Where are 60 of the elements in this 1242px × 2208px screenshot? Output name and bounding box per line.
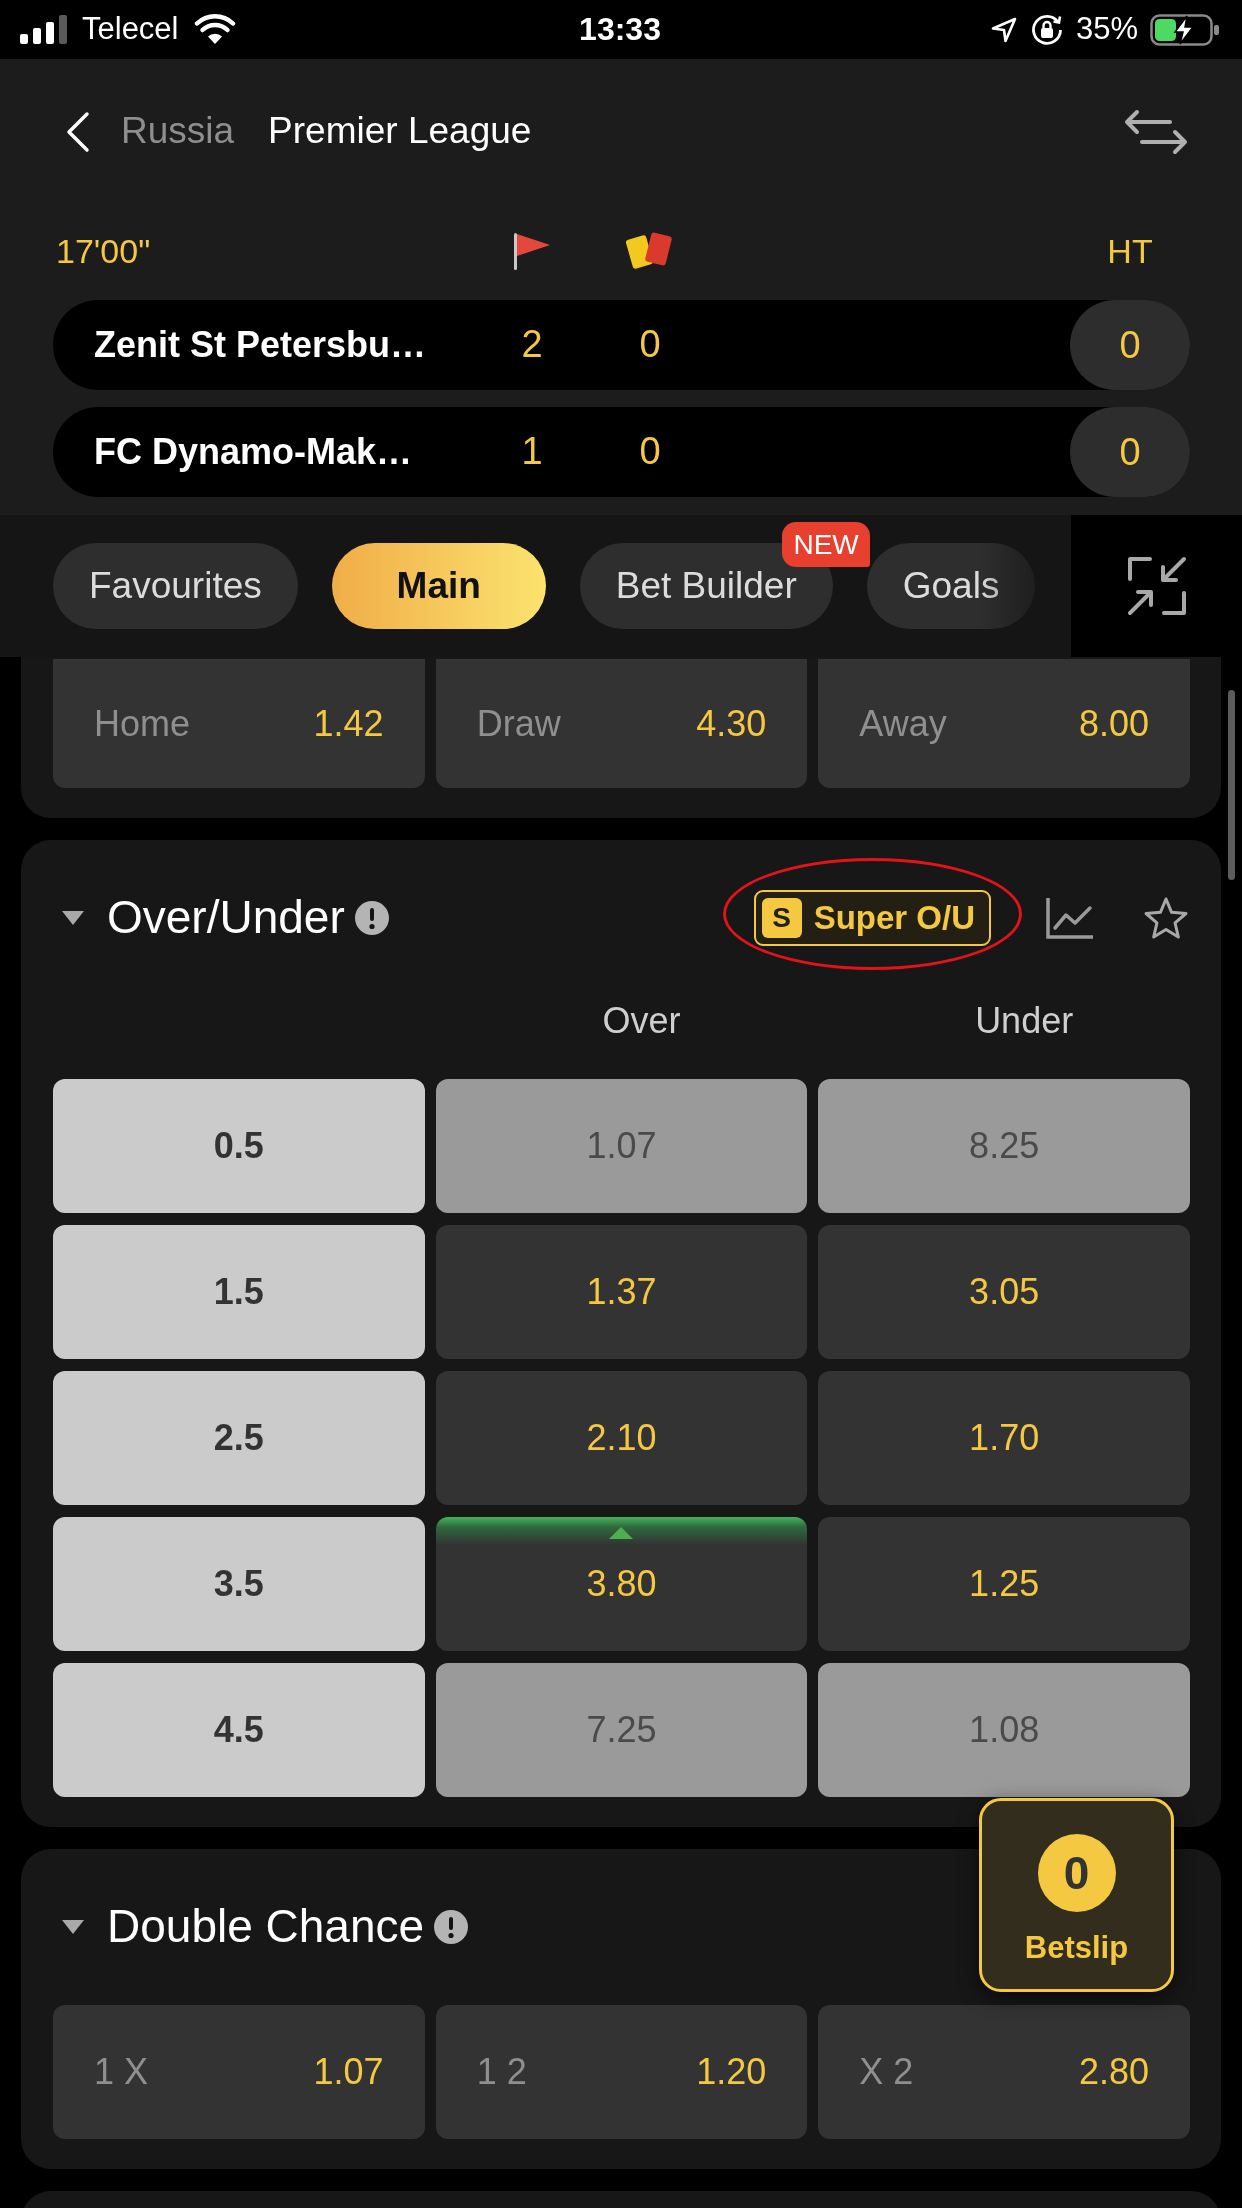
corner-count: 2 — [521, 322, 543, 368]
wifi-icon — [193, 14, 236, 45]
half-time-score: 0 — [1070, 300, 1190, 390]
betslip-button[interactable]: 0 Betslip — [979, 1798, 1174, 1992]
info-icon[interactable] — [434, 1910, 469, 1944]
column-header: Under — [975, 999, 1074, 1043]
odds-button[interactable]: 1.25 — [818, 1517, 1190, 1651]
card-count: 0 — [639, 322, 661, 368]
line-cell: 3.5 — [53, 1517, 425, 1651]
half-time-label: HT — [1107, 230, 1153, 272]
odds-button[interactable]: 1.37 — [435, 1225, 808, 1359]
carrier-name: Telecel — [82, 12, 179, 47]
odds-button[interactable]: 2.10 — [435, 1371, 808, 1505]
team-name: FC Dynamo-Mak… — [94, 430, 413, 474]
tab[interactable]: Goals — [866, 543, 1036, 629]
odds-button[interactable]: X 2 2.80 — [818, 2005, 1190, 2139]
line-cell: 4.5 — [53, 1663, 425, 1797]
line-cell: 2.5 — [53, 1371, 425, 1505]
match-clock: 17'00" — [55, 230, 151, 272]
tab[interactable]: Main — [331, 543, 546, 629]
status-time: 13:33 — [579, 11, 661, 48]
odds-button[interactable]: Draw 4.30 — [435, 659, 808, 788]
battery-charging-icon — [1150, 13, 1220, 46]
tab[interactable]: Favourites — [53, 543, 298, 629]
new-badge: NEW — [782, 522, 870, 567]
market-title: Over/Under — [107, 890, 345, 946]
caret-icon[interactable] — [62, 1920, 84, 1934]
star-icon[interactable] — [1142, 895, 1190, 941]
half-time-score: 0 — [1070, 407, 1190, 497]
signal-icon — [20, 15, 67, 44]
team-name: Zenit St Petersbu… — [94, 323, 427, 367]
corner-count: 1 — [521, 429, 543, 475]
odds-button[interactable]: 1 X 1.07 — [53, 2005, 425, 2139]
swap-arrows-icon[interactable] — [1122, 108, 1190, 155]
line-cell: 0.5 — [53, 1079, 425, 1213]
odds-button[interactable]: Away 8.00 — [818, 659, 1190, 788]
collapse-button[interactable] — [1071, 515, 1242, 657]
line-cell: 1.5 — [53, 1225, 425, 1359]
super-badge: S — [761, 898, 802, 938]
super-ou-button[interactable]: S Super O/U — [753, 890, 991, 946]
betslip-count: 0 — [1037, 1834, 1116, 1912]
back-icon[interactable] — [66, 110, 90, 153]
caret-icon[interactable] — [62, 911, 84, 925]
breadcrumb-link[interactable]: Russia — [121, 109, 235, 154]
odds-button[interactable]: 3.80 — [435, 1517, 808, 1651]
column-header: Over — [602, 999, 681, 1043]
up-triangle-icon — [609, 1527, 634, 1539]
odds-button[interactable]: 1.70 — [818, 1371, 1190, 1505]
odds-button[interactable]: Home 1.42 — [53, 659, 425, 788]
line-chart-icon[interactable] — [1045, 896, 1095, 940]
battery-percent: 35% — [1075, 12, 1138, 47]
odds-button[interactable]: 1 2 1.20 — [435, 2005, 808, 2139]
rotation-lock-icon — [1029, 12, 1064, 47]
page-title: Premier League — [268, 109, 532, 154]
card-count: 0 — [639, 429, 661, 475]
collapse-icon — [1125, 555, 1188, 617]
info-icon[interactable] — [354, 901, 389, 935]
location-arrow-icon — [989, 15, 1018, 44]
market-title: Double Chance — [107, 1899, 425, 1955]
odds-button[interactable]: 3.05 — [818, 1225, 1190, 1359]
